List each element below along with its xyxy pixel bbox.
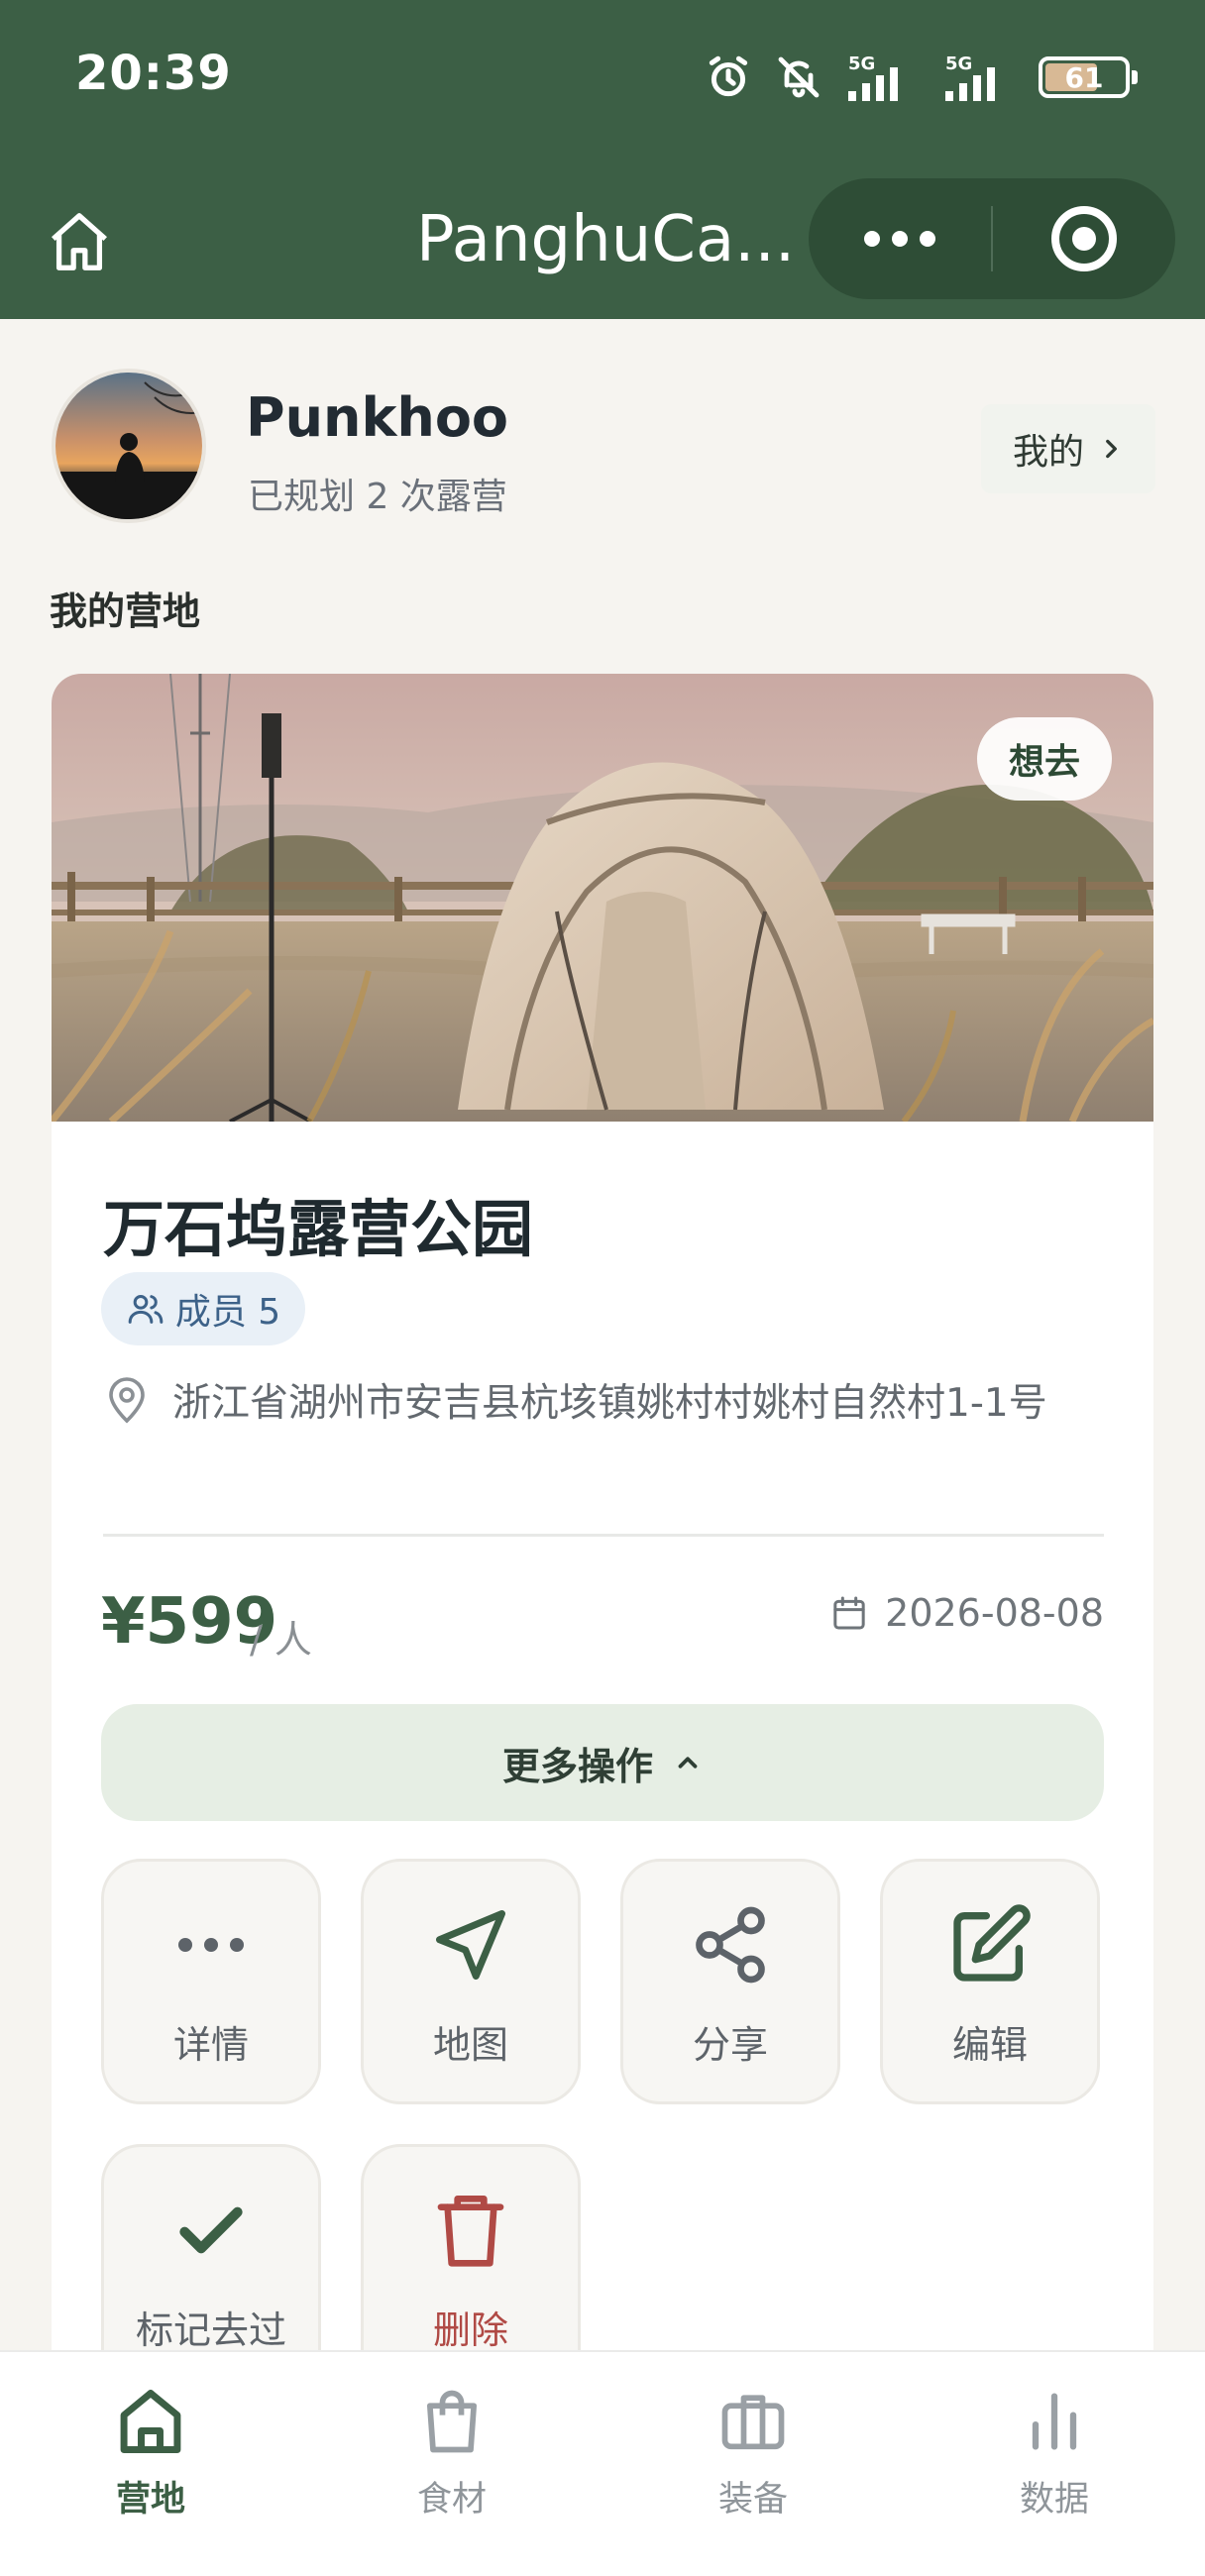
- network-label-2: 5G: [945, 54, 972, 74]
- tab-ingredients-label: 食材: [416, 2480, 487, 2520]
- address-text: 浙江省湖州市安吉县杭垓镇姚村村姚村自然村1-1号: [172, 1381, 1047, 1426]
- briefcase-icon: [721, 2395, 785, 2450]
- avatar[interactable]: [52, 369, 206, 523]
- map-button[interactable]: 地图: [361, 1859, 581, 2104]
- price-unit: / 人: [250, 1618, 312, 1662]
- want-to-go-badge: 想去: [977, 717, 1112, 801]
- check-icon: [179, 2206, 243, 2254]
- map-label: 地图: [432, 2023, 508, 2067]
- capsule-close-button[interactable]: [993, 178, 1175, 299]
- shopping-bag-icon: [426, 2390, 478, 2453]
- status-time: 20:39: [75, 46, 232, 101]
- more-dots-icon: [178, 1938, 244, 1952]
- trash-icon: [437, 2195, 504, 2267]
- users-icon: [128, 1295, 164, 1324]
- target-icon: [1051, 206, 1117, 271]
- campsite-card[interactable]: 想去 万石坞露营公园 成员 5 浙江省湖州市安吉县杭垓镇姚村村姚村自然村1-1号…: [52, 674, 1153, 2358]
- status-icons: 5G 5G 61: [704, 48, 1138, 107]
- chevron-right-icon: [1106, 439, 1117, 459]
- network-label-1: 5G: [848, 54, 875, 74]
- location-pin-icon: [109, 1377, 145, 1424]
- tab-campsite-label: 营地: [115, 2480, 185, 2520]
- member-count-label: 成员 5: [174, 1292, 281, 1333]
- mini-program-capsule: [809, 178, 1175, 299]
- more-actions-label: 更多操作: [501, 1744, 653, 1788]
- plan-count: 已规划 2 次露营: [248, 477, 507, 517]
- avatar-photo: [55, 373, 202, 519]
- home-outline-icon: [52, 213, 107, 270]
- tab-campsite[interactable]: 营地: [61, 2384, 240, 2532]
- delete-button[interactable]: 删除: [361, 2144, 581, 2358]
- mark-visited-label: 标记去过: [135, 2308, 286, 2352]
- mine-link[interactable]: 我的: [981, 404, 1155, 493]
- tab-stats[interactable]: 数据: [965, 2384, 1144, 2532]
- calendar-icon: [833, 1596, 865, 1630]
- details-button[interactable]: 详情: [101, 1859, 321, 2104]
- chevron-up-icon: [678, 1757, 698, 1769]
- home-icon: [120, 2390, 181, 2453]
- delete-label: 删除: [432, 2308, 508, 2352]
- address-row: 浙江省湖州市安吉县杭垓镇姚村村姚村自然村1-1号: [103, 1373, 1104, 1435]
- camp-date: 2026-08-08: [885, 1591, 1104, 1635]
- navigation-arrow-icon: [436, 1910, 505, 1980]
- campsite-photo: 想去: [52, 674, 1153, 1122]
- card-divider: [103, 1534, 1104, 1537]
- username: Punkhoo: [246, 386, 509, 449]
- mute-bell-icon: [778, 56, 820, 98]
- bottom-tab-bar: 营地 食材 装备 数据: [0, 2350, 1205, 2576]
- share-icon: [696, 1906, 765, 1984]
- edit-label: 编辑: [951, 2023, 1028, 2067]
- tab-gear-label: 装备: [717, 2480, 788, 2520]
- share-button[interactable]: 分享: [620, 1859, 840, 2104]
- signal-5g-icon-1: 5G: [848, 54, 898, 101]
- nav-title: PanghuCa...: [416, 203, 793, 276]
- edit-button[interactable]: 编辑: [880, 1859, 1100, 2104]
- capsule-more-button[interactable]: [809, 178, 991, 299]
- details-label: 详情: [172, 2023, 249, 2067]
- mark-visited-button[interactable]: 标记去过: [101, 2144, 321, 2358]
- bar-chart-icon: [1032, 2393, 1077, 2450]
- more-actions-button[interactable]: 更多操作: [101, 1704, 1104, 1821]
- edit-icon: [953, 1904, 1031, 1982]
- signal-5g-icon-2: 5G: [945, 54, 995, 101]
- tab-stats-label: 数据: [1019, 2480, 1089, 2520]
- tab-ingredients[interactable]: 食材: [363, 2384, 541, 2532]
- home-button[interactable]: [40, 202, 119, 281]
- alarm-icon: [709, 55, 748, 97]
- campsite-name: 万石坞露营公园: [103, 1193, 534, 1265]
- share-label: 分享: [692, 2023, 768, 2067]
- battery-level: 61: [1064, 60, 1104, 94]
- top-bar: 20:39 5G 5G 61 PanghuCa...: [0, 0, 1205, 319]
- member-count-pill[interactable]: 成员 5: [101, 1272, 305, 1345]
- section-title: 我的营地: [50, 590, 201, 633]
- date-row: 2026-08-08: [829, 1591, 1104, 1635]
- mine-link-label: 我的: [1012, 432, 1084, 473]
- battery-icon: 61: [1039, 56, 1138, 98]
- tab-gear[interactable]: 装备: [664, 2384, 842, 2532]
